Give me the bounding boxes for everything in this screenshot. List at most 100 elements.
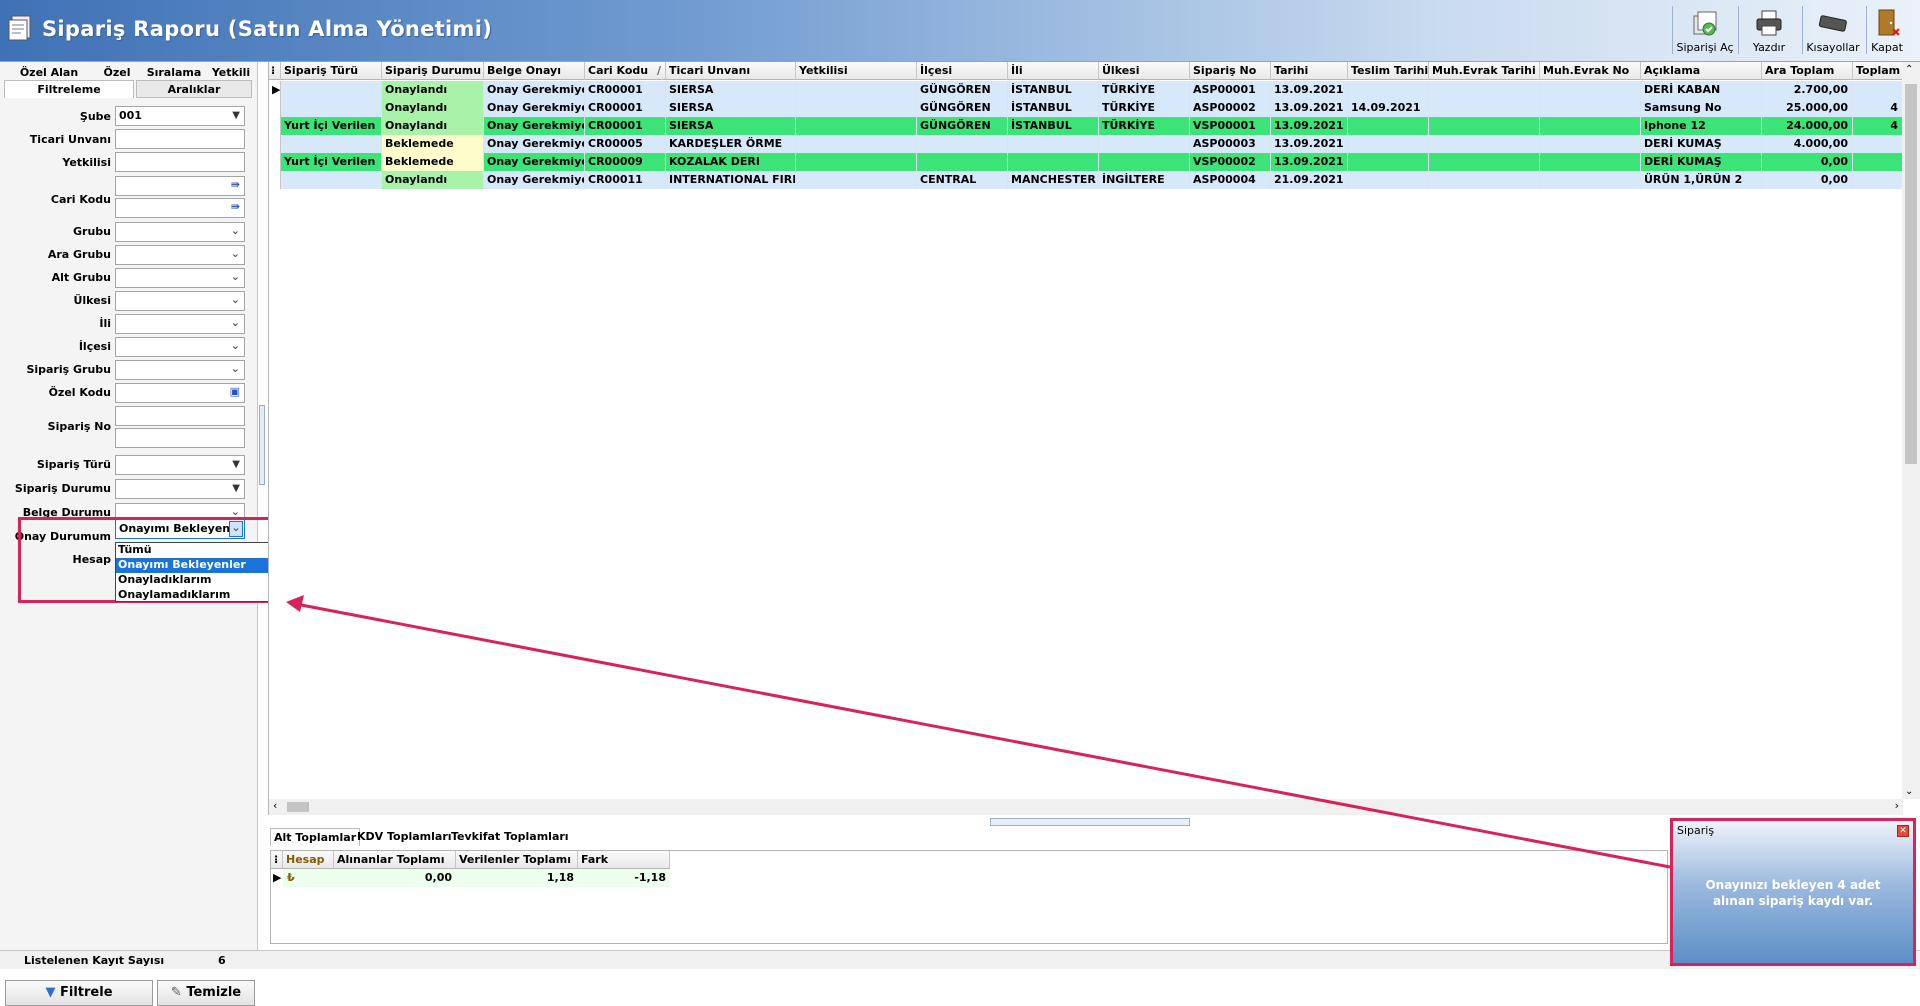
col-yetkilisi[interactable]: Yetkilisi bbox=[796, 62, 917, 80]
report-app-icon bbox=[8, 15, 31, 41]
col-siparis-durumu[interactable]: Sipariş Durumu bbox=[382, 62, 484, 80]
ozel-kodu-label: Özel Kodu bbox=[48, 386, 111, 399]
grubu-label: Grubu bbox=[73, 225, 111, 238]
grubu-select[interactable]: ⌄ bbox=[115, 222, 245, 242]
col-toplam[interactable]: Toplam bbox=[1853, 62, 1903, 80]
scroll-down-icon[interactable]: ⌄ bbox=[1905, 786, 1913, 797]
col-siparis-no[interactable]: Sipariş No bbox=[1190, 62, 1271, 80]
lookup-icon[interactable]: ⇛ bbox=[231, 198, 240, 216]
dropdown-option-tumu[interactable]: Tümü bbox=[116, 543, 270, 558]
ilcesi-select[interactable]: ⌄ bbox=[115, 337, 245, 357]
summary-grid: ⁝ Hesap Alınanlar Toplamı Verilenler Top… bbox=[270, 850, 1668, 944]
yetkilisi-input[interactable] bbox=[115, 152, 245, 172]
col-belge-onayi[interactable]: Belge Onayı bbox=[484, 62, 585, 80]
search-lookup-icon[interactable]: ▣ bbox=[230, 383, 240, 401]
cari-kodu-to-input[interactable]: ⇛ bbox=[115, 198, 245, 218]
col-muh-evrak-tarihi[interactable]: Muh.Evrak Tarihi bbox=[1429, 62, 1540, 80]
table-row[interactable]: Yurt İçi Verilen Beklemede Onay Gerekmiy… bbox=[269, 153, 1903, 171]
scrollbar-thumb[interactable] bbox=[1905, 84, 1917, 464]
close-button[interactable]: Kapat bbox=[1858, 4, 1916, 58]
scroll-up-icon[interactable]: ⌃ bbox=[1905, 64, 1913, 75]
col-ilcesi[interactable]: İlçesi bbox=[917, 62, 1008, 80]
siparis-no-from-input[interactable] bbox=[115, 406, 245, 426]
table-row[interactable]: Beklemede Onay Gerekmiyor CR00005 KARDEŞ… bbox=[269, 135, 1903, 153]
dropdown-option-onayimi-bekleyenler[interactable]: Onayımı Bekleyenler bbox=[116, 558, 270, 573]
cell-muh-evrak-tarihi bbox=[1429, 81, 1540, 99]
tab-filtreleme[interactable]: Filtreleme bbox=[4, 80, 134, 98]
siparis-grubu-label: Sipariş Grubu bbox=[26, 363, 111, 376]
row-indicator bbox=[269, 99, 281, 117]
print-button[interactable]: Yazdır bbox=[1738, 4, 1800, 58]
scroll-left-icon[interactable]: ‹ bbox=[273, 799, 277, 812]
table-row[interactable]: Onaylandı Onay Gerekmiyor CR00001 SIERSA… bbox=[269, 99, 1903, 117]
col-siparis-turu[interactable]: Sipariş Türü bbox=[281, 62, 382, 80]
cell-ilcesi: GÜNGÖREN bbox=[917, 117, 1008, 135]
panel-splitter-handle[interactable] bbox=[259, 405, 265, 485]
col-tarihi[interactable]: Tarihi bbox=[1271, 62, 1348, 80]
cell-hesap: ₺ bbox=[283, 869, 334, 887]
siparis-durumu-select[interactable]: ▼ bbox=[115, 479, 245, 499]
cell-siparis-durumu: Onaylandı bbox=[382, 171, 484, 189]
tab-tevkifat-toplamlari[interactable]: Tevkifat Toplamları bbox=[448, 828, 572, 846]
table-row[interactable]: ▶ Onaylandı Onay Gerekmiyor CR00001 SIER… bbox=[269, 81, 1903, 99]
col-aciklama[interactable]: Açıklama bbox=[1641, 62, 1762, 80]
ili-select[interactable]: ⌄ bbox=[115, 314, 245, 334]
cell-aciklama: Samsung No bbox=[1641, 99, 1762, 117]
cell-cari-kodu: CR00009 bbox=[585, 153, 666, 171]
siparis-no-to-input[interactable] bbox=[115, 428, 245, 448]
col-cari-kodu[interactable]: Cari Kodu ∕ bbox=[585, 62, 666, 80]
column-chooser-icon[interactable]: ⁝ bbox=[269, 62, 281, 80]
col-teslim-tarihi[interactable]: Teslim Tarihi bbox=[1348, 62, 1429, 80]
open-order-button[interactable]: Siparişi Aç bbox=[1674, 4, 1736, 58]
scroll-right-icon[interactable]: › bbox=[1895, 799, 1899, 812]
col-ulkesi[interactable]: Ülkesi bbox=[1099, 62, 1190, 80]
table-row[interactable]: Yurt İçi Verilen Onaylandı Onay Gerekmiy… bbox=[269, 117, 1903, 135]
col-ili[interactable]: İli bbox=[1008, 62, 1099, 80]
col-verilenler-toplami[interactable]: Verilenler Toplamı bbox=[456, 851, 578, 869]
siparis-grubu-select[interactable]: ⌄ bbox=[115, 360, 245, 380]
tab-kdv-toplamlari[interactable]: KDV Toplamları bbox=[354, 828, 455, 846]
shortcuts-button[interactable]: Kısayollar bbox=[1802, 4, 1864, 58]
col-ara-toplam[interactable]: Ara Toplam bbox=[1762, 62, 1853, 80]
cell-siparis-turu bbox=[281, 99, 382, 117]
col-ticari-unvani[interactable]: Ticari Unvanı bbox=[666, 62, 796, 80]
col-alinanlar-toplami[interactable]: Alınanlar Toplamı bbox=[334, 851, 456, 869]
tab-alt-toplamlar[interactable]: Alt Toplamlar bbox=[270, 828, 361, 846]
col-fark[interactable]: Fark bbox=[578, 851, 670, 869]
sube-select[interactable]: 001 ▼ bbox=[115, 106, 245, 126]
sube-label: Şube bbox=[79, 110, 111, 123]
ara-grubu-select[interactable]: ⌄ bbox=[115, 245, 245, 265]
cell-ulkesi: TÜRKİYE bbox=[1099, 81, 1190, 99]
column-chooser-icon[interactable]: ⁝ bbox=[271, 851, 283, 869]
onay-durumum-dropdown-list[interactable]: Tümü Onayımı Bekleyenler Onayladıklarım … bbox=[115, 542, 271, 602]
row-indicator-icon: ▶ bbox=[269, 81, 281, 99]
yetkilisi-label: Yetkilisi bbox=[62, 156, 111, 169]
grid-vertical-scrollbar[interactable]: ⌃ ⌄ bbox=[1902, 62, 1920, 799]
lookup-icon[interactable]: ⇛ bbox=[231, 176, 240, 194]
cell-cari-kodu: CR00011 bbox=[585, 171, 666, 189]
notification-popup[interactable]: Sipariş ✕ Onayınızı bekleyen 4 adet alın… bbox=[1670, 818, 1916, 966]
dropdown-option-onayladiklarim[interactable]: Onayladıklarım bbox=[116, 573, 270, 588]
alt-grubu-select[interactable]: ⌄ bbox=[115, 268, 245, 288]
cell-ulkesi: TÜRKİYE bbox=[1099, 117, 1190, 135]
grid-horizontal-scrollbar[interactable]: ‹ › bbox=[269, 799, 1903, 815]
tab-araliklar[interactable]: Aralıklar bbox=[136, 80, 252, 98]
grid-splitter-handle[interactable] bbox=[990, 818, 1190, 826]
dropdown-option-onaylamadiklarim[interactable]: Onaylamadıklarım bbox=[116, 588, 270, 603]
cell-ticari-unvani: KOZALAK DERI bbox=[666, 153, 796, 171]
chevron-down-icon: ⌄ bbox=[230, 339, 240, 352]
filter-button[interactable]: ▼ Filtrele bbox=[5, 980, 153, 1006]
scrollbar-thumb[interactable] bbox=[287, 802, 309, 812]
col-muh-evrak-no[interactable]: Muh.Evrak No bbox=[1540, 62, 1641, 80]
close-icon[interactable]: ✕ bbox=[1897, 825, 1909, 837]
siparis-turu-select[interactable]: ▼ bbox=[115, 455, 245, 475]
col-hesap[interactable]: Hesap bbox=[283, 851, 334, 869]
ticari-unvani-input[interactable] bbox=[115, 129, 245, 149]
clear-button[interactable]: ✎ Temizle bbox=[157, 980, 255, 1006]
cari-kodu-from-input[interactable]: ⇛ bbox=[115, 176, 245, 196]
table-row[interactable]: Onaylandı Onay Gerekmiyor CR00011 INTERN… bbox=[269, 171, 1903, 189]
filter-icon: ▼ bbox=[45, 985, 56, 1000]
cell-tarihi: 13.09.2021 1 bbox=[1271, 135, 1348, 153]
ulkesi-select[interactable]: ⌄ bbox=[115, 291, 245, 311]
ozel-kodu-input[interactable]: ▣ bbox=[115, 383, 245, 403]
